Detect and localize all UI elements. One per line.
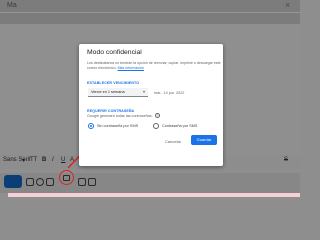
- description-text: Los destinatarios no tendrán la opción d…: [87, 61, 221, 70]
- save-button[interactable]: Guardar: [191, 135, 217, 145]
- expiration-heading: ESTABLECER VENCIMIENTO: [87, 81, 140, 85]
- chevron-down-icon: ▾: [142, 89, 145, 94]
- expiration-select[interactable]: Vence en 1 semana ▾: [88, 88, 148, 97]
- dialog-title: Modo confidencial: [87, 49, 142, 56]
- help-icon[interactable]: ?: [155, 113, 160, 118]
- cancel-button[interactable]: Cancelar: [165, 139, 181, 144]
- no-sms-radio[interactable]: [88, 123, 94, 129]
- password-heading: REQUERIR CONTRASEÑA: [87, 109, 135, 113]
- compose-underline: [8, 193, 300, 197]
- expiration-date: mar., 14 jun. 2022: [154, 91, 185, 95]
- dialog-description: Los destinatarios no tendrán la opción d…: [87, 61, 221, 71]
- sms-radio[interactable]: [153, 123, 159, 129]
- confidential-mode-dialog: Modo confidencial Los destinatarios no t…: [79, 44, 223, 166]
- expiration-value: Vence en 1 semana: [91, 90, 125, 94]
- learn-more-link[interactable]: Más información: [118, 66, 144, 70]
- no-sms-label[interactable]: Sin contraseña por SMS: [97, 124, 138, 128]
- sms-label[interactable]: Contraseña por SMS: [162, 124, 197, 128]
- password-description: Google generará todas las contraseñas.: [87, 114, 153, 118]
